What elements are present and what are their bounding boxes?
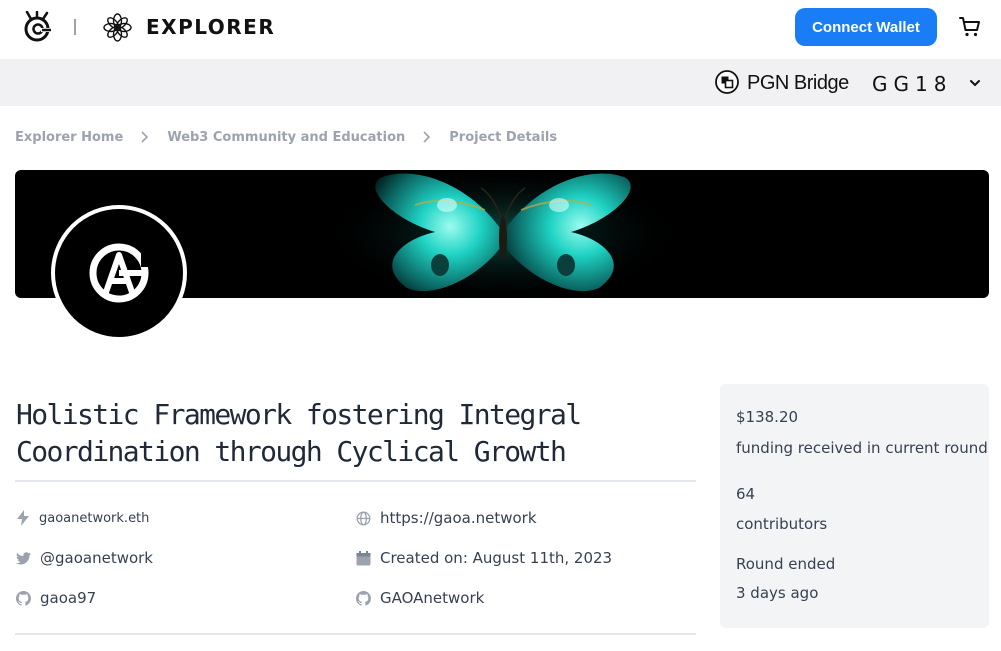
project-title-line: Holistic Framework fostering Integral (16, 398, 582, 431)
pgn-icon[interactable] (715, 70, 739, 94)
breadcrumb-explorer-home[interactable]: Explorer Home (15, 130, 123, 145)
github-org-name: GAOAnetwork (380, 589, 485, 607)
twitter-icon (16, 551, 31, 564)
github-username: gaoa97 (40, 589, 97, 607)
website-link[interactable]: https://gaoa.network (356, 509, 537, 527)
flower-icon[interactable] (102, 12, 133, 43)
funding-label: funding received in current round (736, 439, 988, 457)
twitter-handle: @gaoanetwork (40, 549, 153, 567)
chevron-right-icon (405, 130, 449, 144)
breadcrumb: Explorer Home Web3 Community and Educati… (15, 128, 557, 146)
cart-icon[interactable] (958, 15, 982, 39)
header-divider (74, 19, 76, 35)
connect-wallet-button[interactable]: Connect Wallet (795, 8, 937, 46)
created-date-text: Created on: August 11th, 2023 (380, 549, 613, 567)
details-divider (15, 633, 696, 635)
round-time: 3 days ago (736, 584, 819, 602)
gitcoin-logo-icon[interactable] (22, 11, 52, 43)
title-divider (15, 480, 696, 482)
contributors-count: 64 (736, 485, 756, 503)
account-selector[interactable]: GG18 (872, 72, 952, 96)
website-url: https://gaoa.network (380, 509, 537, 527)
breadcrumb-project-details[interactable]: Project Details (449, 130, 557, 145)
round-status: Round ended (736, 555, 836, 573)
pgn-bridge-link[interactable]: PGN Bridge (747, 72, 849, 95)
project-title: Holistic Framework fostering Integral Co… (16, 396, 696, 470)
top-nav: EXPLORER Connect Wallet (0, 0, 1001, 58)
github-user-link[interactable]: gaoa97 (16, 589, 96, 607)
ens-name: gaoanetwork.eth (39, 510, 150, 526)
contributors-label: contributors (736, 515, 828, 533)
github-icon (16, 590, 31, 606)
lightning-icon (17, 510, 29, 526)
chevron-down-icon[interactable] (969, 78, 981, 88)
ens-link[interactable]: gaoanetwork.eth (16, 510, 149, 526)
gaoa-logo-icon (89, 243, 153, 303)
project-title-line: Coordination through Cyclical Growth (16, 435, 567, 468)
github-icon (356, 590, 371, 606)
network-bar (0, 59, 1001, 106)
chevron-right-icon (123, 130, 167, 144)
twitter-link[interactable]: @gaoanetwork (16, 549, 153, 567)
calendar-icon (356, 550, 371, 565)
created-date: Created on: August 11th, 2023 (356, 549, 612, 567)
github-org-link[interactable]: GAOAnetwork (356, 589, 484, 607)
funding-amount: $138.20 (736, 408, 799, 426)
breadcrumb-round[interactable]: Web3 Community and Education (167, 130, 405, 145)
explorer-title: EXPLORER (146, 15, 276, 39)
globe-icon (356, 511, 371, 525)
project-avatar (51, 205, 187, 341)
